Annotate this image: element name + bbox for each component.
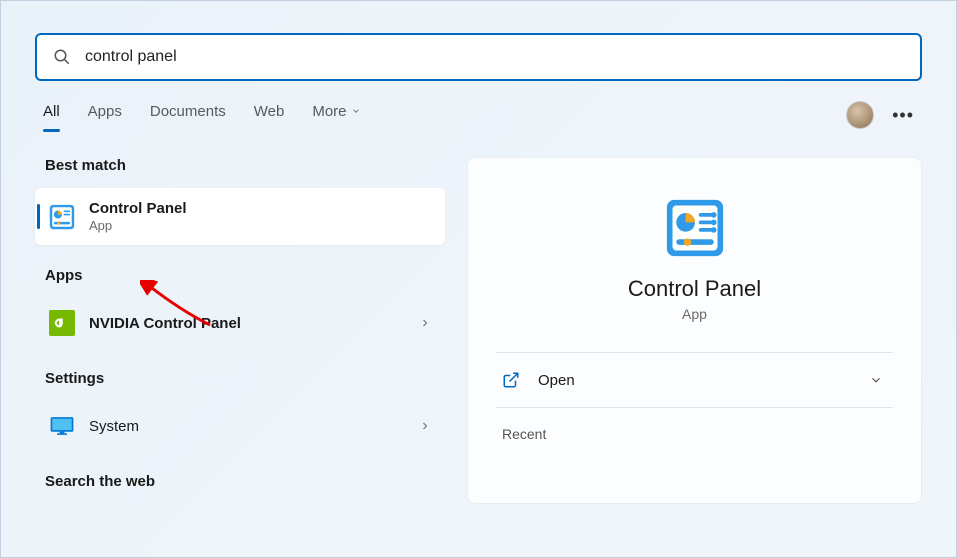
- action-label: Open: [538, 372, 869, 389]
- chevron-down-icon[interactable]: [869, 373, 883, 387]
- detail-title: Control Panel: [496, 276, 893, 302]
- more-options-button[interactable]: •••: [892, 105, 914, 126]
- search-input[interactable]: [85, 48, 904, 66]
- recent-label: Recent: [496, 408, 893, 442]
- tab-web[interactable]: Web: [254, 103, 285, 128]
- detail-subtitle: App: [496, 306, 893, 322]
- nvidia-icon: [49, 310, 75, 336]
- result-title: NVIDIA Control Panel: [89, 315, 419, 332]
- open-icon: [502, 371, 520, 389]
- search-box[interactable]: [35, 33, 922, 81]
- filter-tabs: All Apps Documents Web More: [43, 103, 846, 128]
- tab-apps[interactable]: Apps: [88, 103, 122, 128]
- result-title: System: [89, 418, 419, 435]
- section-best-match: Best match: [45, 157, 445, 174]
- result-nvidia-control-panel[interactable]: NVIDIA Control Panel: [35, 298, 445, 348]
- chevron-down-icon: [351, 106, 361, 116]
- tab-all[interactable]: All: [43, 103, 60, 128]
- system-icon: [49, 413, 75, 439]
- detail-pane: Control Panel App Open Recent: [467, 157, 922, 504]
- search-icon: [53, 48, 71, 66]
- result-control-panel[interactable]: Control Panel App: [35, 188, 445, 245]
- tab-more[interactable]: More: [312, 103, 360, 128]
- result-system[interactable]: System: [35, 401, 445, 451]
- result-subtitle: App: [89, 218, 431, 233]
- result-title: Control Panel: [89, 200, 431, 217]
- user-avatar[interactable]: [846, 101, 874, 129]
- chevron-right-icon: [419, 420, 431, 432]
- action-open[interactable]: Open: [496, 353, 893, 407]
- control-panel-large-icon: [665, 198, 725, 258]
- section-apps: Apps: [45, 267, 445, 284]
- tab-documents[interactable]: Documents: [150, 103, 226, 128]
- tab-more-label: More: [312, 103, 346, 120]
- section-settings: Settings: [45, 370, 445, 387]
- chevron-right-icon: [419, 317, 431, 329]
- section-search-web: Search the web: [45, 473, 445, 490]
- control-panel-icon: [49, 204, 75, 230]
